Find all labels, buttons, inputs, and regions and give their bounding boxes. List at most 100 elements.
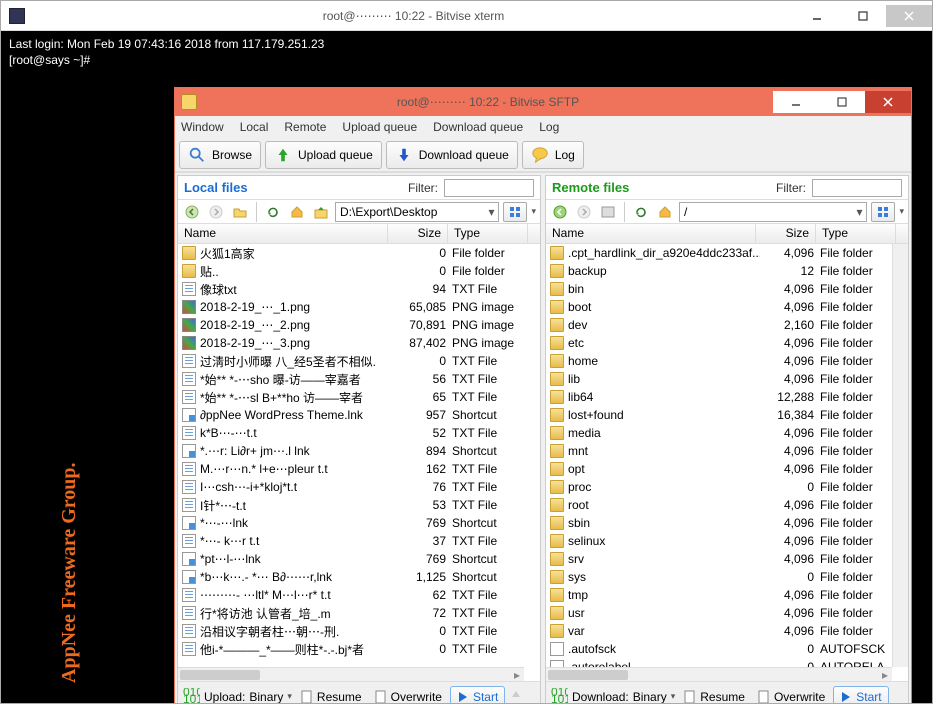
remote-col-size[interactable]: Size [756,224,816,243]
file-row[interactable]: sbin4,096File folder [546,514,908,532]
menu-upload-queue[interactable]: Upload queue [342,120,417,134]
upload-start-button[interactable]: Start [450,686,505,704]
file-row[interactable]: 他i-*———_*——则柱*-.-.bj*者0TXT File [178,640,540,658]
download-resume-button[interactable]: Resume [679,688,749,704]
remote-path-input[interactable]: /▾ [679,202,867,222]
file-type: File folder [820,300,900,314]
upload-resume-button[interactable]: Resume [296,688,366,704]
remote-back-button[interactable] [550,202,570,222]
file-row[interactable]: lost+found16,384File folder [546,406,908,424]
upload-overwrite-button[interactable]: Overwrite [370,688,446,704]
menu-log[interactable]: Log [539,120,559,134]
file-row[interactable]: I⋯csh⋯-i+*kloj*t.t76TXT File [178,478,540,496]
file-row[interactable]: lib4,096File folder [546,370,908,388]
local-col-name[interactable]: Name [178,224,388,243]
file-row[interactable]: var4,096File folder [546,622,908,640]
file-row[interactable]: dev2,160File folder [546,316,908,334]
download-overwrite-button[interactable]: Overwrite [753,688,829,704]
remote-scroll-h[interactable]: ▸ [546,667,892,681]
file-row[interactable]: backup12File folder [546,262,908,280]
file-row[interactable]: I针*⋯-t.t53TXT File [178,496,540,514]
file-row[interactable]: 2018-2-19_⋯_1.png65,085PNG image [178,298,540,316]
file-row[interactable]: 过淸时小师曝 八_经5圣者不相似.0TXT File [178,352,540,370]
file-row[interactable]: 像球txt94TXT File [178,280,540,298]
file-row[interactable]: sys0File folder [546,568,908,586]
remote-filter-input[interactable] [812,179,902,197]
toolbar-log-button[interactable]: Log [522,141,584,169]
remote-col-name[interactable]: Name [546,224,756,243]
file-row[interactable]: etc4,096File folder [546,334,908,352]
file-row[interactable]: 贴..0File folder [178,262,540,280]
file-row[interactable]: boot4,096File folder [546,298,908,316]
file-row[interactable]: selinux4,096File folder [546,532,908,550]
file-row[interactable]: bin4,096File folder [546,280,908,298]
file-row[interactable]: opt4,096File folder [546,460,908,478]
file-row[interactable]: 2018-2-19_⋯_3.png87,402PNG image [178,334,540,352]
file-row[interactable]: 行*将访池 认管者_培_.m72TXT File [178,604,540,622]
file-row[interactable]: 火狐1高家0File folder [178,244,540,262]
file-row[interactable]: media4,096File folder [546,424,908,442]
file-row[interactable]: home4,096File folder [546,352,908,370]
download-start-button[interactable]: Start [833,686,888,704]
toolbar-upload-queue-button[interactable]: Upload queue [265,141,382,169]
remote-home-button[interactable] [655,202,675,222]
remote-scroll-v[interactable] [892,244,908,667]
file-row[interactable]: usr4,096File folder [546,604,908,622]
file-row[interactable]: *始** *-⋯sho 曝-访——宰嘉者56TXT File [178,370,540,388]
remote-forward-button[interactable] [574,202,594,222]
local-home-button[interactable] [287,202,307,222]
sftp-close-button[interactable] [865,91,911,113]
local-col-type[interactable]: Type [448,224,528,243]
sftp-minimize-button[interactable] [773,91,819,113]
file-row[interactable]: mnt4,096File folder [546,442,908,460]
file-row[interactable]: .autorelabel0AUTORELA [546,658,908,667]
file-row[interactable]: tmp4,096File folder [546,586,908,604]
local-view-selector[interactable] [503,202,527,222]
local-filter-input[interactable] [444,179,534,197]
remote-col-type[interactable]: Type [816,224,896,243]
file-row[interactable]: *⋯-⋯lnk769Shortcut [178,514,540,532]
file-row[interactable]: *pt⋯l-⋯lnk769Shortcut [178,550,540,568]
file-row[interactable]: lib6412,288File folder [546,388,908,406]
file-row[interactable]: .autofsck0AUTOFSCK [546,640,908,658]
xterm-body[interactable]: Last login: Mon Feb 19 07:43:16 2018 fro… [1,31,932,703]
file-size: 0 [392,354,452,368]
file-row[interactable]: *始** *-⋯sl B+**ho 访——宰者65TXT File [178,388,540,406]
file-row[interactable]: srv4,096File folder [546,550,908,568]
local-refresh-button[interactable] [263,202,283,222]
file-row[interactable]: ∂ppNee WordPress Theme.lnk957Shortcut [178,406,540,424]
menu-remote[interactable]: Remote [284,120,326,134]
file-row[interactable]: *.⋯r: Li∂r+ jm⋯.l lnk894Shortcut [178,442,540,460]
file-row[interactable]: *⋯- k⋯r t.t37TXT File [178,532,540,550]
file-row[interactable]: root4,096File folder [546,496,908,514]
sftp-maximize-button[interactable] [819,91,865,113]
upload-mode[interactable]: Binary [249,690,283,704]
local-back-button[interactable] [182,202,202,222]
file-row[interactable]: proc0File folder [546,478,908,496]
xterm-maximize-button[interactable] [840,5,886,27]
xterm-minimize-button[interactable] [794,5,840,27]
file-row[interactable]: M.⋯r⋯n.* l+e⋯pleur t.t162TXT File [178,460,540,478]
xterm-close-button[interactable] [886,5,932,27]
local-up-button[interactable] [311,202,331,222]
local-path-input[interactable]: D:\Export\Desktop▾ [335,202,499,222]
download-mode[interactable]: Binary [633,690,667,704]
local-forward-button[interactable] [206,202,226,222]
remote-view-selector[interactable] [871,202,895,222]
file-row[interactable]: k*B⋯-⋯t.t52TXT File [178,424,540,442]
file-row[interactable]: *b⋯k⋯.- *⋯ B∂⋯⋯r,lnk1,125Shortcut [178,568,540,586]
menu-download-queue[interactable]: Download queue [433,120,523,134]
file-row[interactable]: 沿相议字朝者柱⋯朝⋯-刑.0TXT File [178,622,540,640]
remote-terminal-button[interactable] [598,202,618,222]
remote-refresh-button[interactable] [631,202,651,222]
file-row[interactable]: 2018-2-19_⋯_2.png70,891PNG image [178,316,540,334]
menu-window[interactable]: Window [181,120,224,134]
menu-local[interactable]: Local [240,120,269,134]
file-row[interactable]: ⋯⋯⋯- ⋯ltl* M⋯l⋯r* t.t62TXT File [178,586,540,604]
toolbar-browse-button[interactable]: Browse [179,141,261,169]
local-col-size[interactable]: Size [388,224,448,243]
toolbar-download-queue-button[interactable]: Download queue [386,141,518,169]
local-scroll-h[interactable]: ▸ [178,667,524,681]
local-explorer-button[interactable] [230,202,250,222]
file-row[interactable]: .cpt_hardlink_dir_a920e4ddc233af...4,096… [546,244,908,262]
